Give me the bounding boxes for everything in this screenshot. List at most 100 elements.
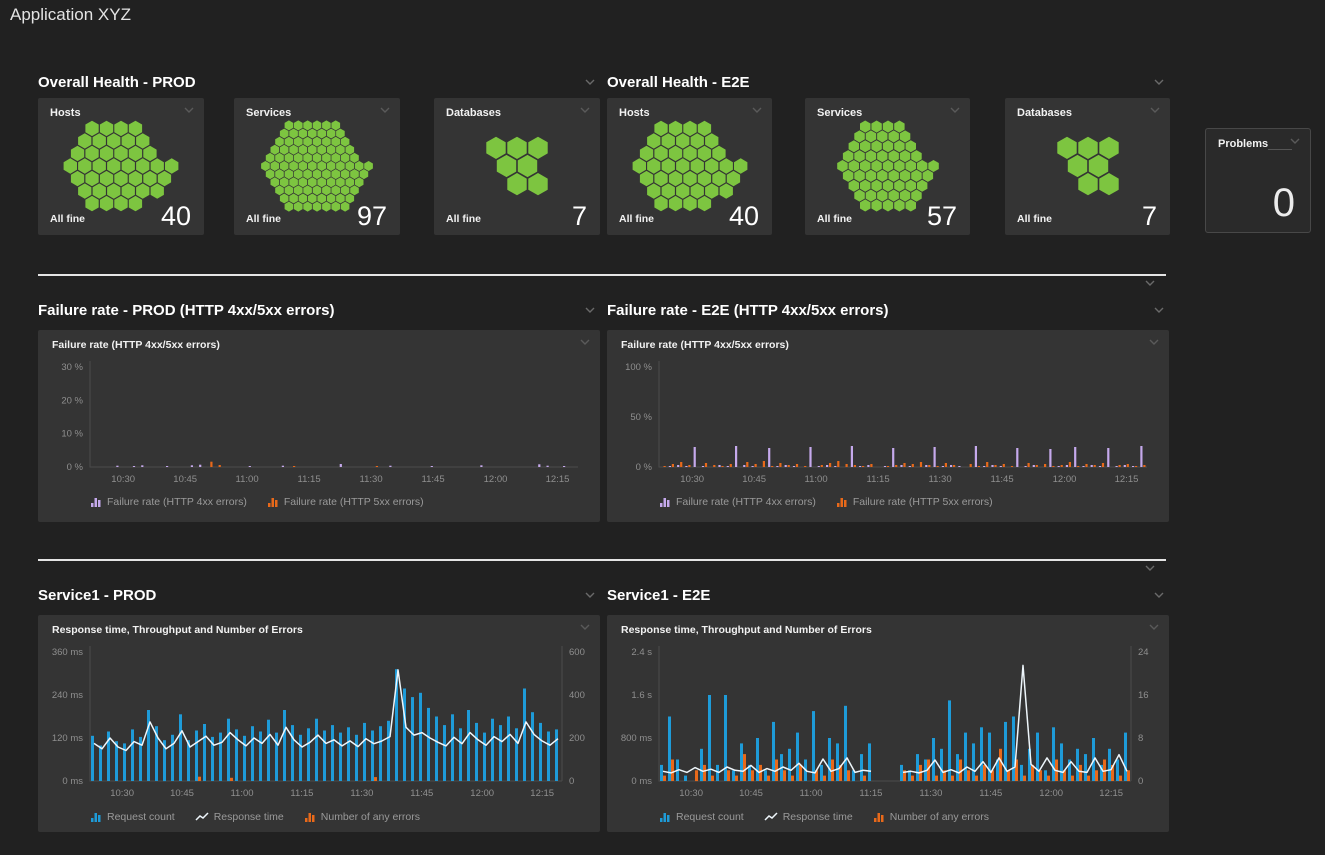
chart-bar bbox=[964, 733, 967, 781]
chart-bar bbox=[975, 446, 977, 467]
chevron-down-icon[interactable] bbox=[1153, 591, 1165, 599]
legend-item[interactable]: Response time bbox=[195, 811, 284, 823]
chart-bar bbox=[909, 466, 911, 467]
healthy-hexagon bbox=[129, 121, 142, 136]
healthy-hexagon bbox=[528, 173, 547, 195]
status-label: All fine bbox=[446, 213, 481, 225]
filter-dash bbox=[1268, 149, 1292, 150]
chart-bar bbox=[1077, 466, 1079, 467]
healthy-hexagon bbox=[341, 137, 350, 147]
legend-item[interactable]: Failure rate (HTTP 5xx errors) bbox=[267, 496, 424, 508]
service-prod-tile: Response time, Throughput and Number of … bbox=[38, 615, 600, 832]
chevron-down-icon[interactable] bbox=[584, 591, 596, 599]
service-e2e-chart[interactable]: 0 ms800 ms1.6 s2.4 s08162410:3010:4511:0… bbox=[607, 615, 1169, 832]
healthy-hexagon bbox=[346, 177, 355, 187]
axis-tick-label: 240 ms bbox=[52, 690, 83, 701]
chart-title: Failure rate (HTTP 4xx/5xx errors) bbox=[52, 339, 220, 351]
health-tile-databases-e2e[interactable]: Databases All fine 7 bbox=[1005, 98, 1170, 235]
healthy-hexagon bbox=[299, 161, 308, 171]
chevron-down-icon[interactable] bbox=[1289, 137, 1301, 145]
chart-bar bbox=[721, 466, 723, 467]
health-tile-databases-prod[interactable]: Databases All fine 7 bbox=[434, 98, 600, 235]
chevron-down-icon[interactable] bbox=[1153, 306, 1165, 314]
chart-bar bbox=[854, 465, 856, 467]
honeycomb-chart bbox=[615, 120, 765, 212]
axis-tick-label: 12:15 bbox=[1099, 788, 1123, 799]
legend-item[interactable]: Number of any errors bbox=[873, 811, 989, 823]
legend-item[interactable]: Response time bbox=[764, 811, 853, 823]
healthy-hexagon bbox=[313, 185, 322, 195]
chart-bar bbox=[283, 710, 286, 781]
chart-bar bbox=[983, 765, 986, 781]
failure-rate-prod-chart[interactable]: 0 %10 %20 %30 %10:3010:4511:0011:1511:30… bbox=[38, 330, 600, 522]
healthy-hexagon bbox=[647, 183, 660, 198]
legend-item[interactable]: Failure rate (HTTP 5xx errors) bbox=[836, 496, 993, 508]
chart-bar bbox=[198, 777, 201, 781]
healthy-hexagon bbox=[331, 120, 340, 130]
service-prod-chart[interactable]: 0 ms120 ms240 ms360 ms020040060010:3010:… bbox=[38, 615, 600, 832]
healthy-hexagon bbox=[93, 183, 106, 198]
health-tile-hosts-prod[interactable]: Hosts All fine 40 bbox=[38, 98, 204, 235]
tile-title: Services bbox=[817, 107, 862, 119]
healthy-hexagon bbox=[1078, 137, 1097, 159]
chart-bar bbox=[210, 462, 212, 467]
chart-bar bbox=[953, 465, 955, 467]
chart-bar bbox=[1036, 733, 1039, 781]
health-tile-hosts-e2e[interactable]: Hosts All fine 40 bbox=[607, 98, 772, 235]
chart-bar bbox=[983, 466, 985, 467]
chart-bar bbox=[785, 465, 787, 467]
healthy-hexagon bbox=[64, 158, 77, 173]
healthy-hexagon bbox=[350, 153, 359, 163]
healthy-hexagon bbox=[911, 170, 922, 182]
legend-item[interactable]: Failure rate (HTTP 4xx errors) bbox=[90, 496, 247, 508]
chevron-down-icon[interactable] bbox=[1144, 564, 1156, 572]
chevron-down-icon[interactable] bbox=[584, 306, 596, 314]
problems-tile[interactable]: Problems 0 bbox=[1205, 128, 1311, 233]
healthy-hexagon bbox=[865, 150, 876, 162]
chart-bar bbox=[427, 708, 430, 781]
chart-bar bbox=[467, 710, 470, 781]
chevron-down-icon[interactable] bbox=[379, 106, 391, 114]
chart-bar bbox=[705, 463, 707, 467]
failure-rate-e2e-chart[interactable]: 0 %50 %100 %10:3010:4511:0011:1511:3011:… bbox=[607, 330, 1169, 522]
legend-item[interactable]: Request count bbox=[90, 811, 175, 823]
chart-bar bbox=[219, 733, 222, 781]
chart-bar bbox=[768, 448, 770, 467]
chevron-down-icon[interactable] bbox=[183, 106, 195, 114]
chart-bar bbox=[1028, 463, 1030, 467]
chevron-down-icon[interactable] bbox=[584, 78, 596, 86]
bar-series-icon bbox=[659, 497, 671, 507]
healthy-hexagon bbox=[129, 196, 142, 211]
chart-bar bbox=[892, 448, 894, 467]
legend-item[interactable]: Request count bbox=[659, 811, 744, 823]
healthy-hexagon bbox=[294, 153, 303, 163]
axis-tick-label: 11:00 bbox=[799, 788, 822, 799]
healthy-hexagon bbox=[317, 194, 326, 204]
chevron-down-icon[interactable] bbox=[1153, 78, 1165, 86]
chevron-down-icon[interactable] bbox=[1149, 106, 1161, 114]
legend-item[interactable]: Number of any errors bbox=[304, 811, 420, 823]
tile-title: Databases bbox=[1017, 107, 1072, 119]
section-title: Failure rate - PROD (HTTP 4xx/5xx errors… bbox=[38, 302, 335, 319]
entity-count: 40 bbox=[729, 201, 759, 232]
healthy-hexagon bbox=[271, 161, 280, 171]
chart-bar bbox=[547, 466, 549, 467]
axis-tick-label: 2.4 s bbox=[631, 647, 652, 658]
healthy-hexagon bbox=[275, 137, 284, 147]
chart-bar bbox=[684, 776, 687, 781]
healthy-hexagon bbox=[280, 194, 289, 204]
chevron-down-icon[interactable] bbox=[1144, 279, 1156, 287]
chart-bar bbox=[1084, 754, 1087, 781]
chart-bar bbox=[812, 711, 815, 781]
chevron-down-icon[interactable] bbox=[751, 106, 763, 114]
chart-bar bbox=[355, 735, 358, 781]
section-header-failure-e2e: Failure rate - E2E (HTTP 4xx/5xx errors) bbox=[607, 300, 1165, 320]
bar-series-icon bbox=[873, 812, 885, 822]
health-tile-services-prod[interactable]: Services All fine 97 bbox=[234, 98, 400, 235]
health-tile-services-e2e[interactable]: Services All fine 57 bbox=[805, 98, 970, 235]
legend-item[interactable]: Failure rate (HTTP 4xx errors) bbox=[659, 496, 816, 508]
healthy-hexagon bbox=[683, 196, 696, 211]
chevron-down-icon[interactable] bbox=[949, 106, 961, 114]
chart-bar bbox=[1127, 770, 1130, 781]
chevron-down-icon[interactable] bbox=[579, 106, 591, 114]
